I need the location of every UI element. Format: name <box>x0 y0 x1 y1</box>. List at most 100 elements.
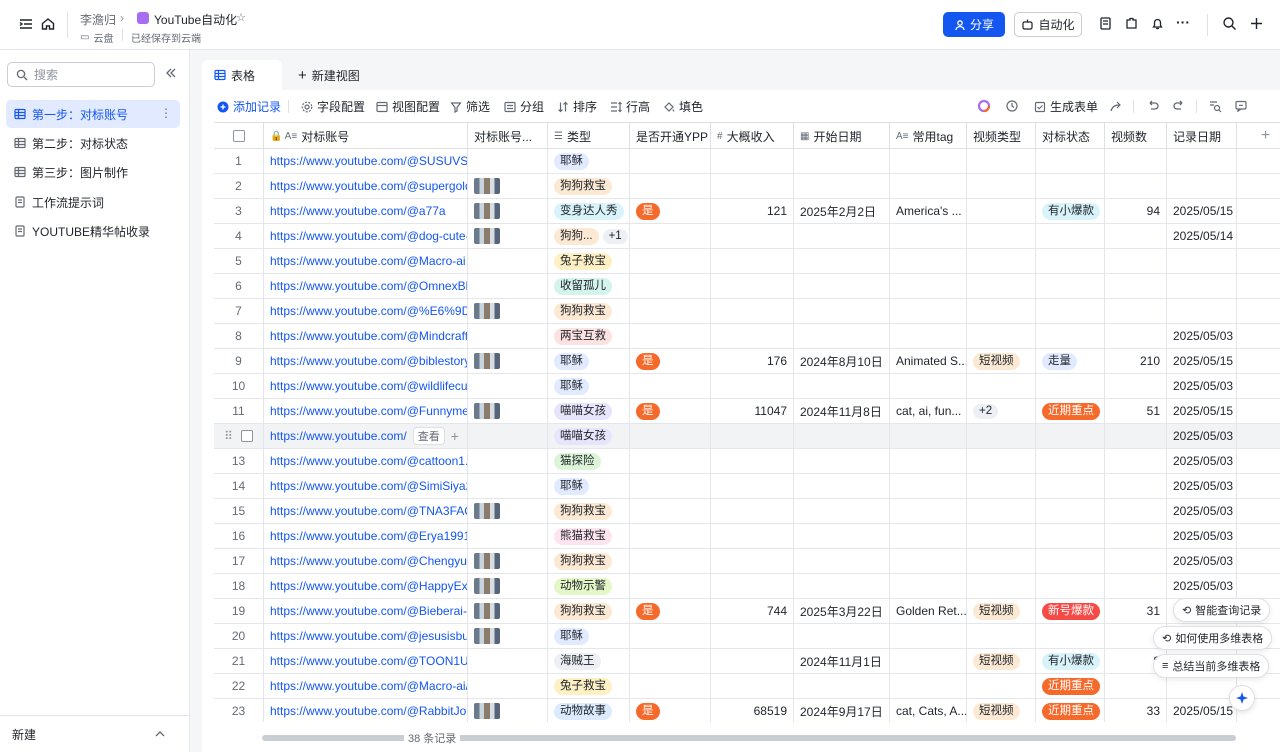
chevron-up-icon[interactable] <box>154 728 166 740</box>
cell-url[interactable]: https://www.youtube.com/@jesusisbu... <box>264 624 468 648</box>
cell-tag[interactable]: cat, ai, fun... <box>890 399 967 423</box>
cell-status[interactable] <box>1036 324 1105 348</box>
cell-url[interactable]: https://www.youtube.com/@dog-cute-... <box>264 224 468 248</box>
cell-date[interactable] <box>1167 249 1237 273</box>
cell-vtype[interactable] <box>967 174 1036 198</box>
cell-status[interactable] <box>1036 549 1105 573</box>
table-row[interactable]: 23 https://www.youtube.com/@RabbitJou... 动… <box>214 699 1280 722</box>
cell-type[interactable]: 喵喵女孩 <box>548 399 630 423</box>
cell-videos[interactable] <box>1105 249 1167 273</box>
table-row[interactable]: 17 https://www.youtube.com/@Chengyu... 狗狗救… <box>214 549 1280 574</box>
cell-type[interactable]: 耶稣 <box>548 624 630 648</box>
cell-vtype[interactable] <box>967 574 1036 598</box>
table-row[interactable]: 18 https://www.youtube.com/@HappyEx... 动物示… <box>214 574 1280 599</box>
cell-type[interactable]: 变身达人秀 <box>548 199 630 223</box>
cell-income[interactable] <box>711 374 794 398</box>
cell-income[interactable] <box>711 174 794 198</box>
cell-url[interactable]: https://www.youtube.com/@Chengyu... <box>264 549 468 573</box>
cell-videos[interactable] <box>1105 324 1167 348</box>
account-link[interactable]: https://www.youtube.com/@TNA3FAC... <box>270 504 467 518</box>
cell-income[interactable] <box>711 474 794 498</box>
cell-vtype[interactable] <box>967 499 1036 523</box>
cell-thumb[interactable] <box>468 574 548 598</box>
cell-thumb[interactable] <box>468 449 548 473</box>
row-selector[interactable]: 3 <box>214 199 264 223</box>
cell-tag[interactable]: cat, Cats, A... <box>890 699 967 722</box>
cell-tag[interactable] <box>890 524 967 548</box>
cell-url[interactable]: https://www.youtube.com/@a77a <box>264 199 468 223</box>
cell-status[interactable]: 新号爆款 <box>1036 599 1105 623</box>
account-link[interactable]: https://www.youtube.com/@OmnexBl... <box>270 279 467 293</box>
cell-status[interactable] <box>1036 249 1105 273</box>
cell-type[interactable]: 狗狗救宝 <box>548 174 630 198</box>
cell-tag[interactable] <box>890 649 967 673</box>
cell-type[interactable]: 兔子救宝 <box>548 674 630 698</box>
cell-income[interactable] <box>711 624 794 648</box>
ai-icon[interactable] <box>977 99 991 113</box>
thumbnail-image[interactable] <box>474 403 500 419</box>
thumbnail-image[interactable] <box>474 628 500 644</box>
how-to-button[interactable]: ⟲ 如何使用多维表格 <box>1153 626 1273 650</box>
cell-type[interactable]: 狗狗救宝 <box>548 299 630 323</box>
cell-status[interactable] <box>1036 474 1105 498</box>
cell-type[interactable]: 狗狗... +1 <box>548 224 630 248</box>
sidebar-toggle-icon[interactable] <box>18 16 36 34</box>
cell-thumb[interactable] <box>468 299 548 323</box>
cell-status[interactable] <box>1036 224 1105 248</box>
cell-thumb[interactable] <box>468 699 548 722</box>
cell-thumb[interactable] <box>468 599 548 623</box>
table-row[interactable]: 3 https://www.youtube.com/@a77a 变身达人秀是 121 2… <box>214 199 1280 224</box>
cell-start[interactable] <box>794 249 890 273</box>
cell-income[interactable] <box>711 324 794 348</box>
cell-videos[interactable] <box>1105 524 1167 548</box>
tab-new-view[interactable]: + 新建视图 <box>286 60 372 90</box>
summary-button[interactable]: ≡ 总结当前多维表格 <box>1153 654 1270 678</box>
undo-icon[interactable] <box>1146 99 1160 113</box>
account-link[interactable]: https://www.youtube.com/@RabbitJou... <box>270 704 467 718</box>
cell-ypp[interactable]: 是 <box>630 199 711 223</box>
header-target-account[interactable]: 🔒 A≡ 对标账号 <box>264 123 468 149</box>
cell-start[interactable] <box>794 149 890 173</box>
cell-ypp[interactable] <box>630 549 711 573</box>
row-selector[interactable]: 1 <box>214 149 264 173</box>
row-selector[interactable]: 5 <box>214 249 264 273</box>
cell-start[interactable]: 2024年11月1日 <box>794 649 890 673</box>
cell-date[interactable]: 2025/05/03 <box>1167 449 1237 473</box>
row-selector[interactable]: 22 <box>214 674 264 698</box>
cell-url[interactable]: https://www.youtube.com/@Mindcraft... <box>264 324 468 348</box>
cell-thumb[interactable] <box>468 424 548 448</box>
account-link[interactable]: https://www.youtube.com/@Chengyu... <box>270 554 467 568</box>
header-type[interactable]: ☰ 类型 <box>548 123 630 149</box>
cell-vtype[interactable]: 短视频 <box>967 349 1036 373</box>
cell-vtype[interactable]: 短视频 <box>967 699 1036 722</box>
account-link[interactable]: https://www.youtube.com/@dog-cute-... <box>270 229 467 243</box>
account-link[interactable]: https://www.youtube.com/@HappyEx... <box>270 579 467 593</box>
cell-date[interactable]: 2025/05/03 <box>1167 499 1237 523</box>
cell-income[interactable] <box>711 424 794 448</box>
cell-url[interactable]: https://www.youtube.com/@Macro-ai/... <box>264 674 468 698</box>
cell-type[interactable]: 收留孤儿 <box>548 274 630 298</box>
cell-vtype[interactable] <box>967 624 1036 648</box>
cell-type[interactable]: 狗狗救宝 <box>548 549 630 573</box>
row-selector[interactable]: 9 <box>214 349 264 373</box>
cell-vtype[interactable] <box>967 249 1036 273</box>
table-row[interactable]: 10 https://www.youtube.com/@wildlifecu...… <box>214 374 1280 399</box>
cell-thumb[interactable] <box>468 374 548 398</box>
sidebar-item-target-accounts[interactable]: 第一步：对标账号 ⋮ <box>6 100 180 128</box>
cell-thumb[interactable] <box>468 399 548 423</box>
ai-assistant-button[interactable] <box>1229 685 1255 711</box>
table-row[interactable]: 4 https://www.youtube.com/@dog-cute-... 狗狗… <box>214 224 1280 249</box>
cell-status[interactable] <box>1036 274 1105 298</box>
checkbox[interactable] <box>240 430 253 442</box>
cell-ypp[interactable] <box>630 299 711 323</box>
plus-icon[interactable] <box>1249 16 1267 34</box>
cell-start[interactable]: 2024年11月8日 <box>794 399 890 423</box>
account-link[interactable]: https://www.youtube.com/@supergoldie <box>270 179 467 193</box>
account-link[interactable]: https://www.youtube.com/@Mindcraft... <box>270 329 467 343</box>
cell-videos[interactable]: 94 <box>1105 199 1167 223</box>
cell-ypp[interactable] <box>630 424 711 448</box>
header-income[interactable]: # 大概收入 <box>711 123 794 149</box>
fill-color-button[interactable]: 填色 <box>663 98 703 115</box>
cell-thumb[interactable] <box>468 249 548 273</box>
table-row[interactable]: 11 https://www.youtube.com/@Funnyme... 喵喵女… <box>214 399 1280 424</box>
